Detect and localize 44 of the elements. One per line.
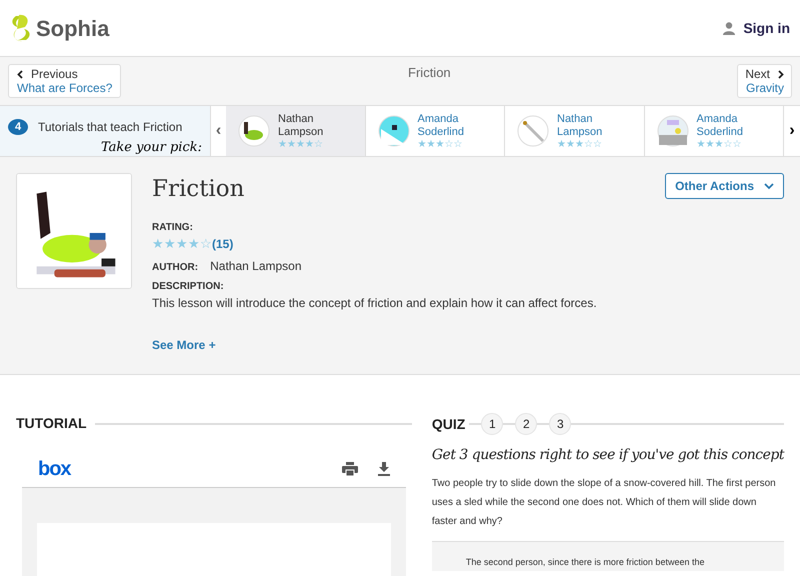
tutorials-label: Tutorials that teach Friction xyxy=(38,119,182,136)
logo-icon xyxy=(10,14,32,42)
star-rating: ★★★★☆ xyxy=(278,138,324,150)
quiz-step[interactable]: 1 xyxy=(481,413,504,435)
tutorial-card[interactable]: Amanda Soderlind ★★★☆☆ xyxy=(366,106,505,156)
download-icon[interactable] xyxy=(378,462,390,476)
star-rating: ★★★☆☆ xyxy=(418,138,464,150)
lesson-title: Friction xyxy=(152,175,244,204)
next-button[interactable]: Next Gravity xyxy=(737,64,792,98)
rating-label: RATING: xyxy=(152,220,194,234)
chevron-right-icon xyxy=(778,70,784,78)
previous-button[interactable]: Previous What are Forces? xyxy=(8,64,122,98)
rating-count: (15) xyxy=(212,236,234,252)
chevron-left-icon xyxy=(17,70,23,78)
author-name: Amanda Soderlind xyxy=(696,112,744,138)
description-label: DESCRIPTION: xyxy=(152,280,225,294)
author-name: Nathan Lampson xyxy=(278,112,324,138)
author-name: Amanda Soderlind xyxy=(418,112,465,138)
author-name: Nathan Lampson xyxy=(210,258,302,274)
other-actions-button[interactable]: Other Actions xyxy=(665,173,784,199)
caret-icon xyxy=(764,182,774,190)
user-icon xyxy=(723,22,736,34)
quiz-step[interactable]: 3 xyxy=(549,413,572,435)
logo-text[interactable]: Sophia xyxy=(36,12,110,44)
tutorial-heading: TUTORIAL xyxy=(16,414,87,433)
star-rating: ★★★★☆ xyxy=(152,236,212,250)
description-text: This lesson will introduce the concept of friction and explain how it can affect forces. xyxy=(152,294,598,312)
sign-in-link[interactable]: Sign in xyxy=(723,18,790,38)
tagline: Take your pick: xyxy=(100,139,202,157)
quiz-question: Two people try to slide down the slope of a snow-covered hill. The first person uses a sled while the second one does not. Which of them will slide down faster and why? xyxy=(432,477,777,529)
count-badge: 4 xyxy=(8,119,28,135)
author-name: Nathan Lampson xyxy=(557,112,604,138)
box-logo: box xyxy=(38,456,71,482)
star-rating: ★★★☆☆ xyxy=(557,138,603,150)
tutorial-card[interactable]: Nathan Lampson ★★★★☆ xyxy=(226,106,366,156)
star-rating: ★★★☆☆ xyxy=(696,138,742,150)
see-more-link[interactable]: See More + xyxy=(152,336,216,354)
current-topic: Friction xyxy=(408,64,451,82)
quiz-heading: QUIZ xyxy=(432,414,466,434)
print-icon[interactable] xyxy=(342,462,358,476)
quiz-step[interactable]: 2 xyxy=(515,413,538,435)
quiz-prompt: Get 3 questions right to see if you've got this concept xyxy=(432,446,784,465)
tutorial-card[interactable]: Amanda Soderlind ★★★☆☆ xyxy=(644,106,784,156)
author-label: AUTHOR: xyxy=(152,260,198,274)
